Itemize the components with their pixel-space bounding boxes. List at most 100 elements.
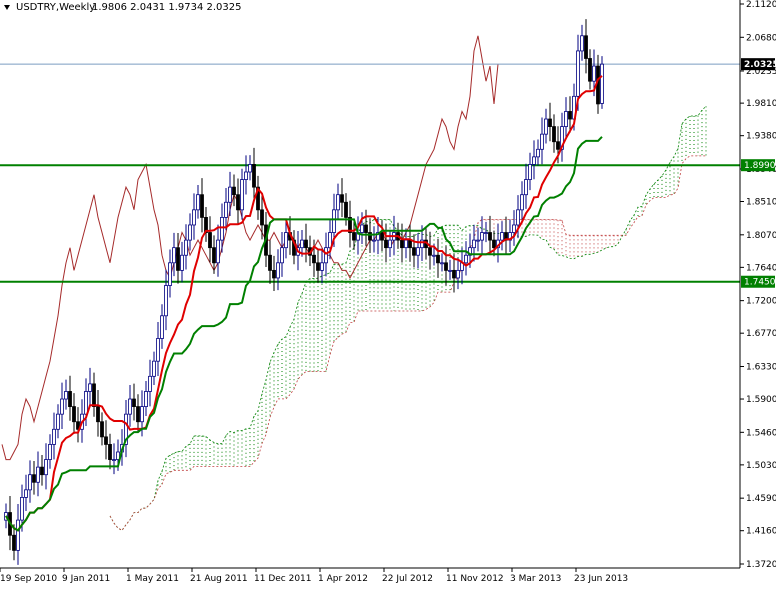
candle-body (192, 209, 196, 226)
y-tick-label: 1.9810 (746, 99, 776, 109)
candle-body (136, 406, 140, 423)
candle-body (592, 65, 596, 82)
candle-body (412, 247, 416, 256)
candle-body (476, 239, 480, 242)
candle-body (148, 375, 152, 392)
x-tick-label: 1 May 2011 (126, 574, 179, 584)
candle-body (456, 269, 460, 279)
candle-body (400, 239, 404, 249)
candle-body (60, 398, 64, 415)
candle-body (88, 383, 92, 392)
candle-body (220, 217, 224, 241)
candle-body (196, 194, 200, 211)
candle-body (132, 398, 136, 407)
x-tick-label: 1 Apr 2012 (318, 574, 368, 584)
candle-body (436, 254, 440, 264)
candle-body (428, 247, 432, 256)
x-tick-label: 19 Sep 2010 (0, 574, 57, 584)
candle-body (352, 232, 356, 241)
y-tick-label: 1.8510 (746, 198, 776, 208)
x-tick-label: 3 Mar 2013 (510, 574, 561, 584)
chart-header: USDTRY,Weekly 1.9806 2.0431 1.9734 2.032… (4, 2, 242, 13)
candle-body (552, 126, 556, 143)
candle-body (72, 406, 76, 423)
candle-body (128, 398, 132, 415)
candle-body (36, 466, 40, 483)
candle-body (332, 209, 336, 233)
x-tick-label: 9 Jan 2011 (62, 574, 110, 584)
candle-body (216, 239, 220, 264)
candle-body (48, 444, 52, 460)
price-chart[interactable]: 2.11202.06802.02351.98101.93801.89401.85… (0, 0, 776, 586)
candle-body (284, 232, 288, 249)
candle-body (568, 111, 572, 120)
candle-body (512, 224, 516, 233)
candle-body (360, 224, 364, 233)
candle-body (164, 285, 168, 317)
candle-body (480, 232, 484, 241)
candle-body (152, 360, 156, 377)
candle-body (232, 186, 236, 196)
candle-body (52, 428, 56, 445)
candle-body (524, 179, 528, 196)
candle-body (372, 239, 376, 242)
candle-body (156, 338, 160, 362)
candle-body (336, 194, 340, 211)
candle-body (564, 111, 568, 127)
current-price-label: 2.0325 (744, 60, 776, 70)
candle-body (160, 315, 164, 339)
candle-body (312, 254, 316, 264)
candle-body (96, 406, 100, 423)
candle-body (212, 247, 216, 264)
candle-body (388, 239, 392, 249)
candle-body (544, 118, 548, 135)
candle-body (492, 239, 496, 249)
candle-body (584, 35, 588, 59)
y-tick-label: 1.6770 (746, 329, 776, 339)
candle-body (240, 179, 244, 211)
candle-body (172, 247, 176, 264)
x-tick-label: 11 Dec 2011 (254, 574, 312, 584)
candle-body (516, 209, 520, 226)
candle-body (64, 391, 68, 400)
candle-body (168, 262, 172, 286)
candle-body (432, 254, 436, 257)
candle-body (260, 209, 264, 226)
symbol-label: USDTRY,Weekly (16, 2, 95, 13)
candle-body (176, 247, 180, 271)
candle-body (16, 519, 20, 551)
candle-body (276, 262, 280, 279)
candle-body (472, 239, 476, 249)
candle-body (300, 239, 304, 249)
candle-body (532, 156, 536, 165)
candle-body (408, 239, 412, 249)
candle-body (320, 262, 324, 271)
x-tick-label: 23 Jun 2013 (574, 574, 628, 584)
candle-body (520, 194, 524, 211)
candle-body (404, 239, 408, 249)
candle-body (528, 164, 532, 180)
candle-body (28, 474, 32, 491)
candle-body (536, 148, 540, 158)
y-tick-label: 1.4590 (746, 494, 776, 504)
y-tick-label: 1.8070 (746, 231, 776, 241)
candle-body (548, 118, 552, 127)
candle-body (224, 201, 228, 218)
candle-body (84, 391, 88, 415)
candle-body (416, 247, 420, 256)
candle-body (272, 269, 276, 279)
candle-body (324, 247, 328, 264)
y-tick-label: 1.5460 (746, 428, 776, 438)
candle-body (488, 232, 492, 241)
candle-body (340, 194, 344, 203)
candle-body (576, 50, 580, 97)
level-price-label: 1.7450 (744, 278, 776, 288)
y-tick-label: 1.6330 (746, 362, 776, 372)
y-tick-label: 1.5900 (746, 395, 776, 405)
candle-body (228, 186, 232, 203)
x-tick-label: 22 Jul 2012 (382, 574, 433, 584)
candle-body (580, 35, 584, 52)
candle-body (200, 194, 204, 218)
chart-root: 2.11202.06802.02351.98101.93801.89401.85… (0, 0, 776, 586)
candle-body (184, 239, 188, 256)
